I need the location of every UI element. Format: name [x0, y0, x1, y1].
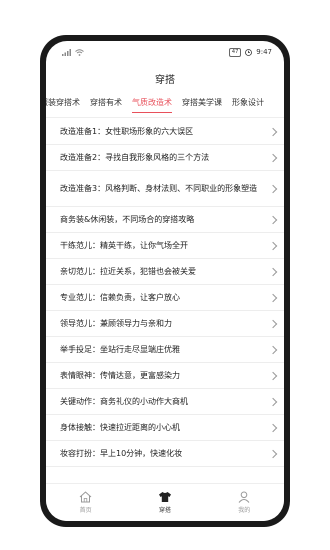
chevron-right-icon [268, 397, 278, 406]
list-item-text: 妆容打扮：早上10分钟，快速化妆 [60, 448, 183, 458]
list-item[interactable]: 身体接触：快速拉近距离的小心机 [46, 415, 284, 441]
shirt-icon [158, 492, 171, 502]
chevron-right-icon [268, 184, 278, 193]
tabbar-label: 我的 [238, 507, 251, 514]
chevron-right-icon [268, 153, 278, 162]
chevron-right-icon [268, 319, 278, 328]
status-bar: 47 9:47 [46, 41, 284, 63]
list-item-text: 身体接触：快速拉近距离的小心机 [60, 422, 180, 432]
list-item[interactable]: 举手投足：坐站行走尽显端庄优雅 [46, 337, 284, 363]
chevron-right-icon [268, 215, 278, 224]
tabbar-mine[interactable]: 我的 [214, 491, 274, 514]
status-left [62, 48, 84, 56]
list-item[interactable]: 改造准备3：风格判断、身材法则、不同职业的形象塑造 [46, 171, 284, 207]
tabs-divider [46, 117, 284, 118]
category-tabs: 服装穿搭术 穿搭有术 气质改造术 穿搭美学课 形象设计 [46, 97, 284, 117]
list-item[interactable]: 商务装&休闲装，不同场合的穿搭攻略 [46, 207, 284, 233]
tabbar-label: 首页 [79, 507, 92, 514]
wifi-icon [75, 48, 84, 56]
list-item[interactable]: 改造准备2：寻找自我形象风格的三个方法 [46, 145, 284, 171]
chevron-right-icon [268, 293, 278, 302]
tab-4[interactable]: 形象设计 [232, 97, 264, 113]
user-icon [238, 491, 250, 503]
chevron-right-icon [268, 449, 278, 458]
list-item[interactable]: 妆容打扮：早上10分钟，快速化妆 [46, 441, 284, 467]
signal-icon [62, 48, 71, 56]
list-item-text: 表情眼神：传情达意，更富感染力 [60, 370, 180, 380]
bottom-tab-bar: 首页 穿搭 我的 [46, 483, 284, 521]
phone-frame: 47 9:47 穿搭 服装穿搭术 穿搭有术 气质改造术 穿搭美学课 形象设计 改… [40, 35, 290, 527]
list-item[interactable]: 亲切范儿：拉近关系，犯错也会被关爱 [46, 259, 284, 285]
tab-1[interactable]: 穿搭有术 [90, 97, 122, 113]
chevron-right-icon [268, 371, 278, 380]
clock-icon [245, 48, 253, 56]
screen: 47 9:47 穿搭 服装穿搭术 穿搭有术 气质改造术 穿搭美学课 形象设计 改… [46, 41, 284, 521]
list-item[interactable]: 领导范儿：兼顾领导力与亲和力 [46, 311, 284, 337]
list-item-text: 改造准备2：寻找自我形象风格的三个方法 [60, 152, 210, 162]
list-item[interactable]: 改造准备1：女性职场形象的六大误区 [46, 119, 284, 145]
tab-2[interactable]: 气质改造术 [132, 97, 172, 113]
list-item[interactable]: 干练范儿：精英干练，让你气场全开 [46, 233, 284, 259]
page-title: 穿搭 [155, 75, 175, 86]
list-item-text: 领导范儿：兼顾领导力与亲和力 [60, 318, 172, 328]
chevron-right-icon [268, 345, 278, 354]
tab-0[interactable]: 服装穿搭术 [46, 97, 80, 113]
list-item-text: 关键动作：商务礼仪的小动作大商机 [60, 396, 188, 406]
chevron-right-icon [268, 241, 278, 250]
list-item-text: 商务装&休闲装，不同场合的穿搭攻略 [60, 214, 195, 224]
list-item-text: 改造准备3：风格判断、身材法则、不同职业的形象塑造 [60, 183, 258, 193]
list-item[interactable]: 表情眼神：传情达意，更富感染力 [46, 363, 284, 389]
list-item[interactable]: 关键动作：商务礼仪的小动作大商机 [46, 389, 284, 415]
tabbar-outfit[interactable]: 穿搭 [135, 491, 195, 514]
chevron-right-icon [268, 267, 278, 276]
chevron-right-icon [268, 423, 278, 432]
tab-3[interactable]: 穿搭美学课 [182, 97, 222, 113]
list-item-text: 干练范儿：精英干练，让你气场全开 [60, 240, 188, 250]
course-list: 改造准备1：女性职场形象的六大误区 改造准备2：寻找自我形象风格的三个方法 改造… [46, 119, 284, 483]
list-item-text: 亲切范儿：拉近关系，犯错也会被关爱 [60, 266, 196, 276]
chevron-right-icon [268, 127, 278, 136]
list-item-text: 举手投足：坐站行走尽显端庄优雅 [60, 344, 180, 354]
list-item-text: 改造准备1：女性职场形象的六大误区 [60, 126, 194, 136]
battery-icon: 47 [228, 47, 242, 57]
list-item-text: 专业范儿：信赖负责，让客户放心 [60, 292, 180, 302]
home-icon [79, 491, 92, 503]
list-item[interactable]: 专业范儿：信赖负责，让客户放心 [46, 285, 284, 311]
tabbar-home[interactable]: 首页 [56, 491, 116, 514]
status-right: 47 9:47 [228, 47, 272, 57]
status-time: 9:47 [256, 48, 272, 56]
tabbar-label: 穿搭 [158, 507, 171, 514]
